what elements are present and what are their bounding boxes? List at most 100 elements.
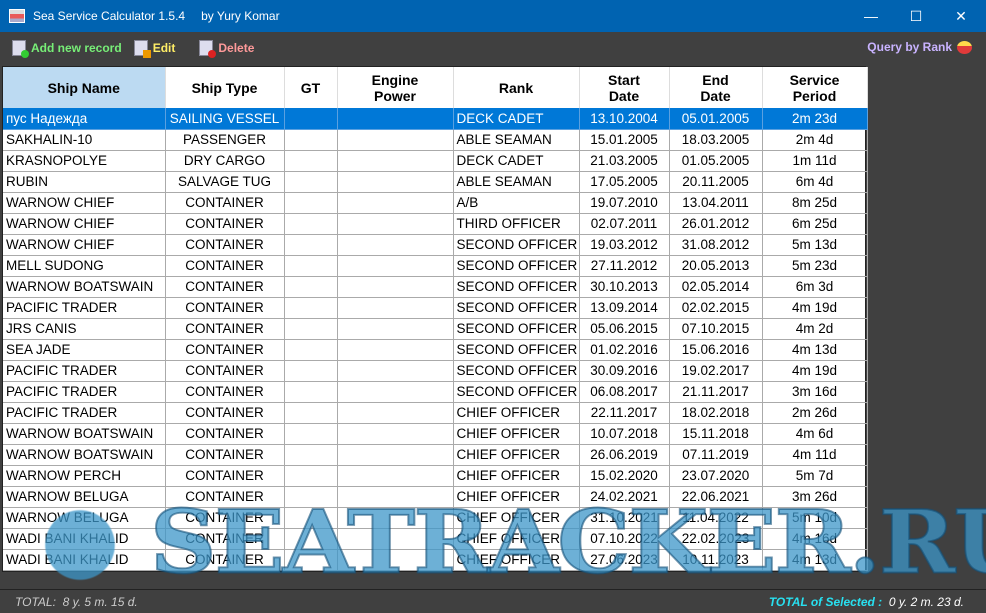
table-cell[interactable]: 27.11.2012: [579, 255, 670, 277]
table-cell[interactable]: 13.09.2014: [579, 297, 670, 319]
table-cell[interactable]: A/B: [453, 192, 580, 214]
table-cell[interactable]: SEA JADE: [3, 339, 166, 361]
table-cell[interactable]: 07.11.2019: [669, 444, 763, 466]
table-row[interactable]: JRS CANIS CONTAINER SECOND OFFICER 05.06.20…: [3, 318, 868, 340]
table-cell[interactable]: WARNOW BELUGA: [3, 486, 166, 508]
table-cell[interactable]: [337, 528, 454, 550]
table-cell[interactable]: CONTAINER: [165, 276, 285, 298]
table-cell[interactable]: CHIEF OFFICER: [453, 507, 580, 529]
table-cell[interactable]: [337, 360, 454, 382]
table-cell[interactable]: SECOND OFFICER: [453, 276, 580, 298]
table-cell[interactable]: WARNOW PERCH: [3, 465, 166, 487]
table-row[interactable]: KRASNOPOLYE DRY CARGO DECK CADET 21.03.2005…: [3, 150, 868, 172]
table-row[interactable]: WARNOW CHIEF CONTAINER SECOND OFFICER 19.03…: [3, 234, 868, 256]
table-cell[interactable]: [284, 150, 338, 172]
table-cell[interactable]: DECK CADET: [453, 108, 580, 130]
column-header[interactable]: Start Date: [579, 67, 670, 108]
table-row[interactable]: WARNOW BOATSWAIN CONTAINER CHIEF OFFICER 26…: [3, 444, 868, 466]
table-cell[interactable]: CHIEF OFFICER: [453, 465, 580, 487]
table-cell[interactable]: 5m 13d: [762, 234, 868, 256]
table-cell[interactable]: [337, 402, 454, 424]
table-cell[interactable]: CONTAINER: [165, 360, 285, 382]
table-cell[interactable]: 2m 23d: [762, 108, 868, 130]
column-header[interactable]: Ship Name: [3, 67, 166, 108]
table-cell[interactable]: WADI BANI KHALID: [3, 549, 166, 571]
close-button[interactable]: ✕: [938, 0, 984, 32]
table-cell[interactable]: 24.02.2021: [579, 486, 670, 508]
table-row[interactable]: WARNOW CHIEF CONTAINER A/B 19.07.2010 13.04.…: [3, 192, 868, 214]
table-cell[interactable]: 31.10.2021: [579, 507, 670, 529]
table-cell[interactable]: [337, 192, 454, 214]
table-row[interactable]: WADI BANI KHALID CONTAINER CHIEF OFFICER 07…: [3, 528, 868, 550]
table-cell[interactable]: [284, 297, 338, 319]
table-cell[interactable]: RUBIN: [3, 171, 166, 193]
table-cell[interactable]: 15.01.2005: [579, 129, 670, 151]
table-cell[interactable]: 4m 13d: [762, 339, 868, 361]
minimize-button[interactable]: —: [848, 0, 894, 32]
maximize-button[interactable]: ☐: [893, 0, 939, 32]
table-cell[interactable]: 26.06.2019: [579, 444, 670, 466]
table-cell[interactable]: 22.06.2021: [669, 486, 763, 508]
table-cell[interactable]: [337, 255, 454, 277]
table-cell[interactable]: SECOND OFFICER: [453, 297, 580, 319]
table-cell[interactable]: ABLE SEAMAN: [453, 171, 580, 193]
table-cell[interactable]: CONTAINER: [165, 402, 285, 424]
table-cell[interactable]: 19.03.2012: [579, 234, 670, 256]
table-cell[interactable]: [284, 486, 338, 508]
table-cell[interactable]: 19.07.2010: [579, 192, 670, 214]
table-cell[interactable]: [284, 444, 338, 466]
table-cell[interactable]: SECOND OFFICER: [453, 339, 580, 361]
table-cell[interactable]: CONTAINER: [165, 192, 285, 214]
table-row[interactable]: пус Надежда SAILING VESSEL DECK CADET 13.10…: [3, 108, 868, 130]
table-cell[interactable]: 13.04.2011: [669, 192, 763, 214]
table-cell[interactable]: 4m 16d: [762, 528, 868, 550]
table-cell[interactable]: [337, 423, 454, 445]
table-cell[interactable]: PACIFIC TRADER: [3, 297, 166, 319]
table-cell[interactable]: SALVAGE TUG: [165, 171, 285, 193]
table-cell[interactable]: CHIEF OFFICER: [453, 549, 580, 571]
table-cell[interactable]: [284, 276, 338, 298]
table-cell[interactable]: 6m 3d: [762, 276, 868, 298]
table-cell[interactable]: DRY CARGO: [165, 150, 285, 172]
table-row[interactable]: WARNOW BOATSWAIN CONTAINER SECOND OFFICER 3…: [3, 276, 868, 298]
table-cell[interactable]: 4m 19d: [762, 297, 868, 319]
records-grid[interactable]: Ship Name Ship Type GT Engine Power Rank Star…: [2, 66, 868, 572]
edit-button[interactable]: Edit: [133, 40, 175, 58]
table-cell[interactable]: 30.10.2013: [579, 276, 670, 298]
column-header[interactable]: Ship Type: [165, 67, 285, 108]
table-cell[interactable]: PASSENGER: [165, 129, 285, 151]
table-row[interactable]: PACIFIC TRADER CONTAINER SECOND OFFICER 06.…: [3, 381, 868, 403]
table-row[interactable]: MELL SUDONG CONTAINER SECOND OFFICER 27.11.…: [3, 255, 868, 277]
table-row[interactable]: SAKHALIN-10 PASSENGER ABLE SEAMAN 15.01.200…: [3, 129, 868, 151]
table-cell[interactable]: 06.08.2017: [579, 381, 670, 403]
table-cell[interactable]: [337, 129, 454, 151]
table-cell[interactable]: 21.03.2005: [579, 150, 670, 172]
table-cell[interactable]: CONTAINER: [165, 528, 285, 550]
table-cell[interactable]: 05.01.2005: [669, 108, 763, 130]
table-cell[interactable]: PACIFIC TRADER: [3, 402, 166, 424]
table-cell[interactable]: CHIEF OFFICER: [453, 486, 580, 508]
table-cell[interactable]: 02.05.2014: [669, 276, 763, 298]
table-row[interactable]: WARNOW PERCH CONTAINER CHIEF OFFICER 15.02.…: [3, 465, 868, 487]
table-cell[interactable]: WARNOW CHIEF: [3, 234, 166, 256]
column-header[interactable]: Engine Power: [337, 67, 454, 108]
table-cell[interactable]: 15.06.2016: [669, 339, 763, 361]
query-by-rank-button[interactable]: Query by Rank: [867, 40, 972, 54]
table-cell[interactable]: [337, 465, 454, 487]
add-record-button[interactable]: Add new record: [12, 40, 122, 58]
table-cell[interactable]: 2m 26d: [762, 402, 868, 424]
table-cell[interactable]: PACIFIC TRADER: [3, 360, 166, 382]
delete-button[interactable]: Delete: [199, 40, 254, 58]
table-cell[interactable]: 1m 11d: [762, 150, 868, 172]
table-cell[interactable]: 15.02.2020: [579, 465, 670, 487]
table-cell[interactable]: [284, 339, 338, 361]
table-cell[interactable]: JRS CANIS: [3, 318, 166, 340]
table-cell[interactable]: CONTAINER: [165, 381, 285, 403]
table-cell[interactable]: [284, 528, 338, 550]
table-cell[interactable]: WADI BANI KHALID: [3, 528, 166, 550]
table-cell[interactable]: SECOND OFFICER: [453, 381, 580, 403]
table-cell[interactable]: [337, 276, 454, 298]
table-row[interactable]: PACIFIC TRADER CONTAINER CHIEF OFFICER 22.1…: [3, 402, 868, 424]
table-cell[interactable]: [337, 549, 454, 571]
table-cell[interactable]: 20.11.2005: [669, 171, 763, 193]
